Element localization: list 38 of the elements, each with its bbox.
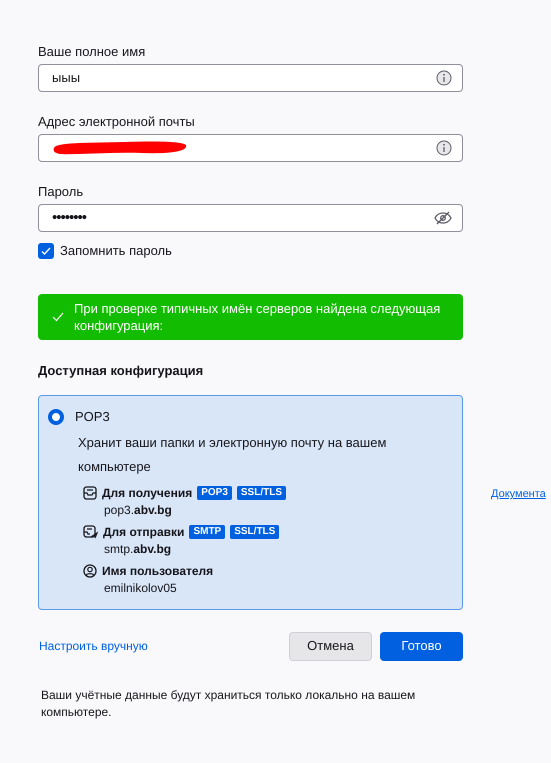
footer-note: Ваши учётные данные будут храниться только локально на вашем компьютере. bbox=[41, 686, 416, 720]
server-label: Для получения bbox=[102, 484, 192, 502]
protocol-tag: SSL/TLS bbox=[236, 486, 286, 500]
manual-setup-link[interactable]: Настроить вручную bbox=[39, 637, 148, 655]
protocol-description: Хранит ваши папки и электронную почту на вашем компьютере bbox=[78, 434, 388, 476]
protocol-name: POP3 bbox=[75, 408, 110, 426]
documentation-link[interactable]: Документа bbox=[491, 488, 546, 500]
user-icon bbox=[83, 564, 97, 578]
email-field[interactable] bbox=[38, 134, 463, 162]
password-field[interactable]: •••••••• bbox=[38, 204, 463, 232]
checkbox-label: Запомнить пароль bbox=[60, 242, 172, 260]
radio-button[interactable] bbox=[48, 408, 64, 425]
server-label: Для отправки bbox=[103, 524, 184, 540]
field-value: •••••••• bbox=[52, 208, 86, 228]
config-card[interactable]: POP3 Хранит ваши папки и электронную почту на вашем компьютере Для получения POP3 SSL/TLS pop3.abv.bg Для отправки SMTP SSL/TLS smtp.abv.bg Имя пользователя emilnikolov05 bbox=[38, 395, 463, 610]
server-label: Имя пользователя bbox=[102, 562, 214, 580]
protocol-tag: SMTP bbox=[189, 524, 226, 538]
check-icon bbox=[52, 312, 64, 322]
hostname-value: pop3.abv.bg bbox=[104, 502, 173, 518]
field-value: ыыы bbox=[52, 69, 80, 88]
protocol-tag: POP3 bbox=[197, 486, 232, 500]
protocol-tag: SSL/TLS bbox=[230, 524, 280, 538]
field-label: Пароль bbox=[38, 184, 84, 200]
info-icon[interactable] bbox=[436, 70, 452, 86]
name-field[interactable]: ыыы bbox=[38, 64, 463, 92]
field-label: Адрес электронной почты bbox=[38, 114, 196, 130]
outbox-icon bbox=[83, 524, 98, 538]
done-button[interactable]: Готово bbox=[380, 632, 463, 660]
eye-slash-icon[interactable] bbox=[434, 211, 452, 225]
checkbox[interactable] bbox=[38, 242, 54, 259]
info-icon[interactable] bbox=[436, 140, 452, 156]
hostname-value: smtp.abv.bg bbox=[104, 540, 172, 558]
inbox-icon bbox=[83, 486, 97, 500]
banner-text: При проверке типичных имён серверов найдена следующая конфигурация: bbox=[74, 300, 442, 334]
cancel-button[interactable]: Отмена bbox=[289, 632, 372, 660]
username-value: emilnikolov05 bbox=[104, 580, 178, 596]
section-heading: Доступная конфигурация bbox=[38, 362, 204, 380]
field-label: Ваше полное имя bbox=[38, 44, 146, 60]
